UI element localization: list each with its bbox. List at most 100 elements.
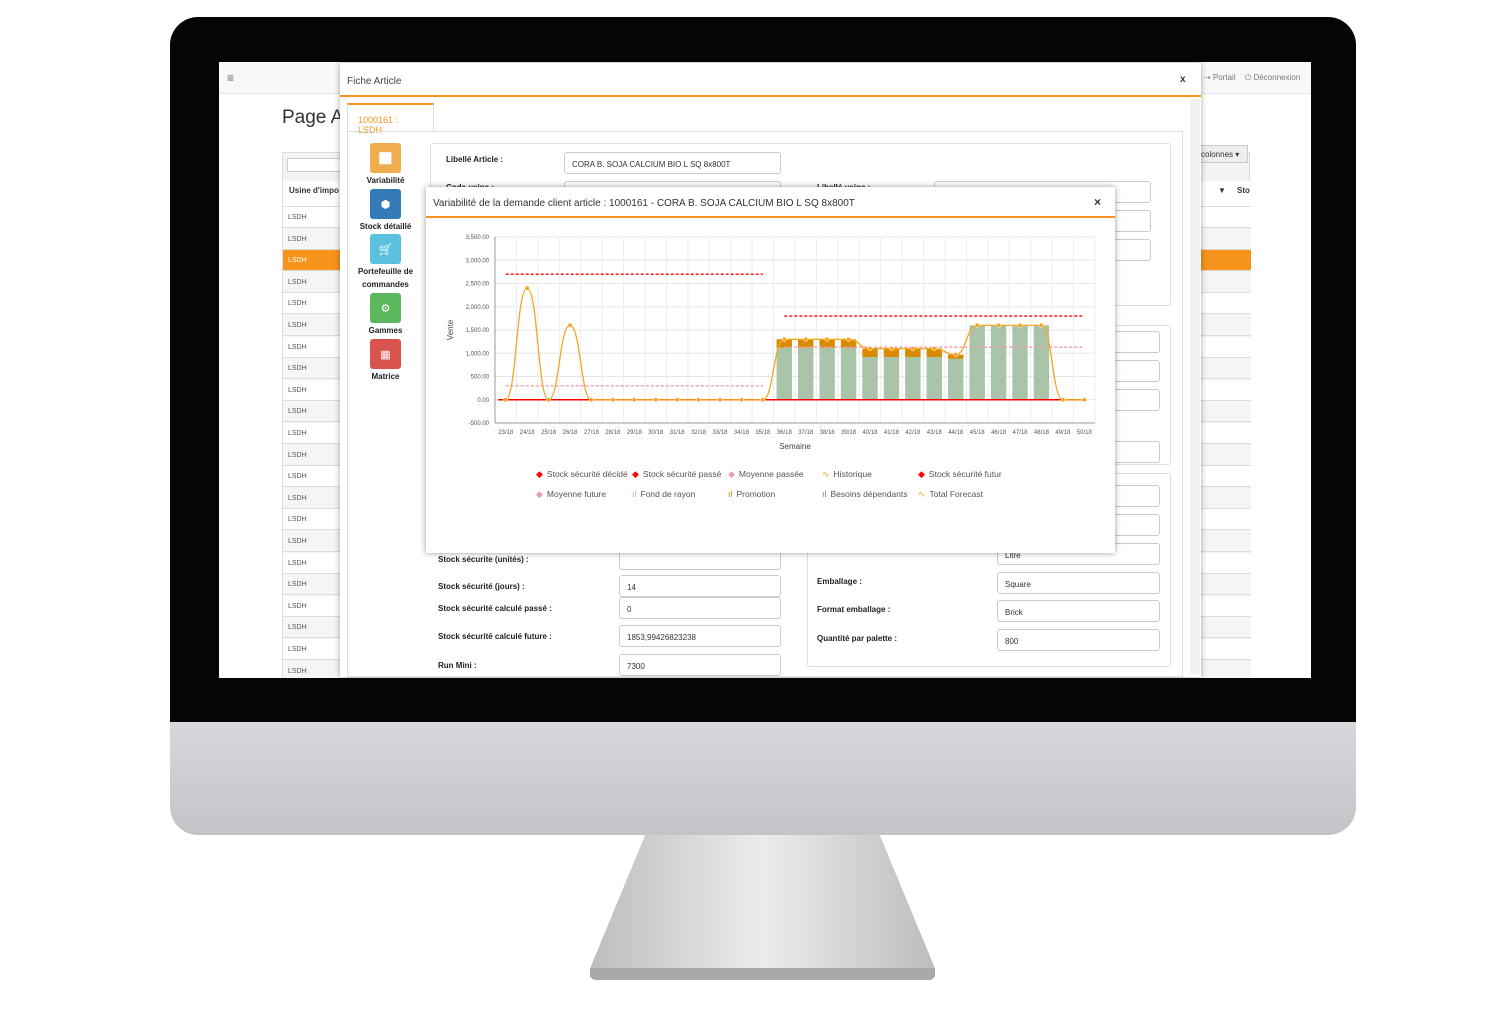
side-button-stock-d-taill-[interactable]: ⬢	[370, 189, 401, 219]
data-point	[738, 397, 744, 403]
data-point	[653, 397, 659, 403]
legend-item[interactable]: ∿ Total Forecast	[918, 489, 983, 500]
data-point	[803, 336, 809, 342]
legend-symbol-icon: ıl	[728, 489, 733, 499]
y-tick-label: 2,500.00	[466, 282, 490, 288]
legend-symbol-icon: ◆	[632, 469, 639, 479]
x-tick-label: 42/18	[905, 430, 921, 436]
side-button-label: Stock détaillé	[359, 222, 412, 231]
hamburger-icon[interactable]: ≡	[227, 71, 234, 85]
tab-article[interactable]: 1000161 : LSDH	[347, 103, 434, 135]
x-tick-label: 45/18	[970, 430, 986, 436]
side-button-gammes[interactable]: ⚙	[370, 293, 401, 323]
libelle-label: Libellé Article :	[446, 155, 504, 164]
data-point	[674, 397, 680, 403]
bar-fond-de-rayon	[776, 347, 792, 400]
data-point	[781, 336, 787, 342]
legend-item[interactable]: ıl Promotion	[728, 489, 775, 499]
bar-fond-de-rayon	[819, 347, 835, 400]
side-button-label: Matrice	[371, 372, 400, 381]
legend-label: Historique	[833, 469, 872, 479]
x-tick-label: 29/18	[627, 430, 643, 436]
data-point	[1081, 397, 1087, 403]
side-button-variabilit-[interactable]: 📈	[370, 143, 401, 173]
field-label: Stock sécurité calculé passé :	[438, 604, 552, 613]
x-tick-label: 28/18	[605, 430, 621, 436]
column-header-stock[interactable]: Sto	[1237, 186, 1250, 195]
x-tick-label: 25/18	[541, 430, 557, 436]
legend-item[interactable]: ◆ Stock sécurité décidé	[536, 469, 628, 480]
data-point	[696, 397, 702, 403]
scrollbar[interactable]	[1190, 99, 1200, 674]
legend-label: Fond de rayon	[640, 489, 696, 499]
legend-label: Promotion	[736, 489, 776, 499]
x-tick-label: 48/18	[1034, 430, 1050, 436]
monitor-stand	[590, 835, 935, 977]
side-button-portefeuille-de-commandes[interactable]: 🛒	[370, 234, 401, 264]
x-tick-label: 26/18	[562, 430, 578, 436]
bar-fond-de-rayon	[1033, 325, 1050, 400]
x-tick-label: 30/18	[648, 430, 664, 436]
legend-label: Besoins dépendants	[830, 489, 908, 499]
libelle-article-input[interactable]: CORA B. SOJA CALCIUM BIO L SQ 8x800T	[564, 152, 781, 174]
logout-link[interactable]: ⏻ Déconnexion	[1245, 73, 1300, 83]
grid-icon: ▦	[380, 349, 391, 361]
monitor-chin	[170, 722, 1356, 835]
field-label: Run Mini :	[438, 661, 477, 670]
data-point	[974, 322, 980, 328]
legend-item[interactable]: ıl Fond de rayon	[632, 489, 695, 499]
column-header-usine[interactable]: Usine d'impo	[289, 186, 339, 195]
field-input[interactable]: 1853,99426823238	[619, 625, 781, 647]
data-point	[717, 397, 723, 403]
data-point	[760, 397, 766, 403]
x-tick-label: 50/18	[1077, 430, 1093, 436]
legend-item[interactable]: ∿ Historique	[822, 469, 872, 480]
side-button-matrice[interactable]: ▦	[370, 339, 401, 369]
y-tick-label: 3,500.00	[466, 235, 490, 241]
legend-item[interactable]: ◆ Moyenne future	[536, 489, 606, 500]
x-tick-label: 24/18	[520, 430, 536, 436]
x-tick-label: 37/18	[798, 430, 814, 436]
legend-item[interactable]: ıl Besoins dépendants	[822, 489, 908, 499]
field-input[interactable]: Brick	[997, 600, 1160, 622]
field-label: Quantité par palette :	[817, 634, 898, 643]
field-label: Emballage :	[817, 577, 862, 586]
bar-fond-de-rayon	[862, 356, 878, 400]
variability-close-button[interactable]: ×	[1094, 195, 1101, 209]
filter-icon[interactable]: ▼	[1218, 186, 1226, 195]
portal-link[interactable]: ⇢ Portail	[1204, 73, 1236, 82]
legend-label: Total Forecast	[929, 489, 983, 499]
cart-icon: 🛒	[378, 244, 393, 256]
x-tick-label: 23/18	[498, 430, 514, 436]
legend-item[interactable]: ◆ Moyenne passée	[728, 469, 804, 480]
y-tick-label: 1,500.00	[466, 328, 490, 334]
data-point	[1017, 322, 1023, 328]
legend-item[interactable]: ◆ Stock sécurité futur	[918, 469, 1002, 480]
x-tick-label: 36/18	[777, 430, 793, 436]
data-point	[867, 346, 873, 352]
monitor-foot	[590, 968, 935, 980]
data-point	[503, 397, 509, 403]
logout-label: Déconnexion	[1253, 73, 1301, 82]
field-input[interactable]: 800	[997, 629, 1160, 651]
field-input[interactable]: Square	[997, 572, 1160, 594]
field-input[interactable]: 7300	[619, 654, 781, 676]
y-tick-label: 3,000.00	[466, 258, 490, 264]
x-tick-label: 34/18	[734, 430, 750, 436]
field-input[interactable]: 14	[619, 575, 781, 597]
close-button[interactable]: x	[1180, 74, 1186, 85]
bar-fond-de-rayon	[840, 347, 857, 400]
side-button-label: Variabilité	[366, 176, 405, 185]
data-point	[546, 397, 552, 403]
legend-item[interactable]: ◆ Stock sécurité passé	[632, 469, 721, 480]
legend-label: Moyenne passée	[738, 469, 804, 479]
variability-title: Variabilité de la demande client article…	[433, 198, 855, 209]
y-axis-label: Vente	[446, 319, 455, 340]
data-point	[631, 397, 637, 403]
x-axis-label: Semaine	[779, 442, 811, 451]
legend-label: Stock sécurité futur	[928, 469, 1002, 479]
columns-button[interactable]: colonnes ▾	[1198, 145, 1248, 163]
field-input[interactable]: 0	[619, 597, 781, 619]
data-point	[567, 322, 573, 328]
x-tick-label: 46/18	[991, 430, 1007, 436]
